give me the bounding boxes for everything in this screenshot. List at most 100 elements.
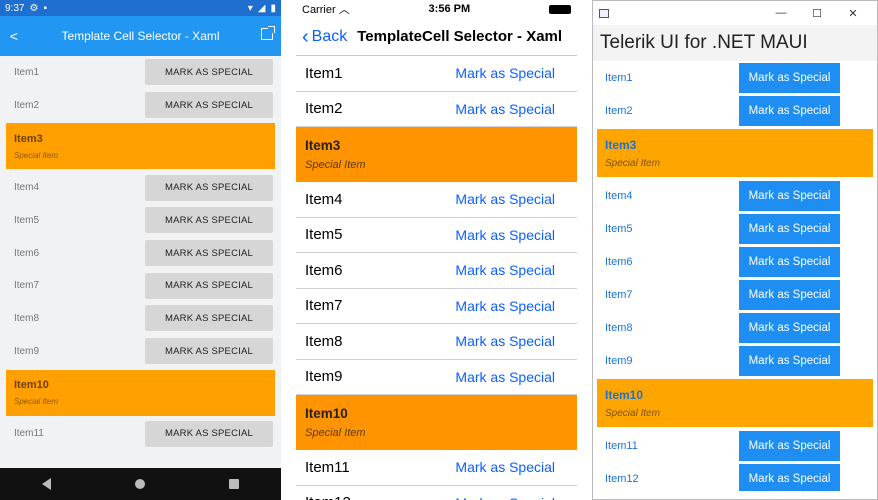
list-item: Item11 MARK AS SPECIAL [0, 418, 281, 451]
list-item: Item1 MARK AS SPECIAL [0, 56, 281, 89]
maximize-button[interactable]: ☐ [799, 7, 835, 20]
list-item: Item4 Mark as Special [296, 182, 577, 218]
list-item: Item6 Mark as Special [593, 245, 877, 278]
mark-as-special-button[interactable]: MARK AS SPECIAL [145, 59, 273, 86]
mark-as-special-button[interactable]: Mark as Special [455, 227, 555, 243]
item-name: Item1 [14, 66, 40, 78]
minimize-button[interactable]: — [763, 7, 799, 19]
list-item: Item4 MARK AS SPECIAL [0, 171, 281, 204]
item-name: Item7 [305, 297, 343, 315]
item-name: Item4 [14, 182, 40, 194]
mark-as-special-button[interactable]: Mark as Special [455, 65, 555, 81]
back-arrow-icon[interactable]: < [0, 28, 28, 44]
windows-list[interactable]: Item1 Mark as Special Item2 Mark as Special… [593, 61, 877, 491]
special-list-item[interactable]: Item3 Special Item [296, 127, 577, 182]
list-item: Item7 Mark as Special [296, 289, 577, 324]
nav-back-icon[interactable] [42, 478, 51, 490]
open-external-icon[interactable] [261, 26, 275, 40]
page-title: Template Cell Selector - Xaml [61, 29, 220, 43]
list-item: Item5 Mark as Special [296, 218, 577, 253]
mark-as-special-button[interactable]: Mark as Special [455, 333, 555, 349]
item-name: Item2 [14, 99, 40, 111]
android-list[interactable]: Item1 MARK AS SPECIAL Item2 MARK AS SPECIAL… [0, 56, 281, 468]
mark-as-special-button[interactable]: Mark as Special [455, 191, 555, 207]
settings-icon: ⚙ [29, 2, 39, 14]
ios-list[interactable]: Item1 Mark as Special Item2 Mark as Special… [296, 56, 577, 500]
mark-as-special-button[interactable]: Mark as Special [739, 213, 840, 244]
mark-as-special-button[interactable]: Mark as Special [739, 246, 840, 277]
special-item-label: Special Item [605, 157, 661, 169]
app-icon [599, 8, 609, 18]
mark-as-special-button[interactable]: MARK AS SPECIAL [145, 92, 273, 119]
list-item: Item2 Mark as Special [296, 92, 577, 127]
item-name: Item10 [305, 406, 348, 421]
mark-as-special-button[interactable]: Mark as Special [455, 262, 555, 278]
list-item: Item7 MARK AS SPECIAL [0, 269, 281, 302]
special-item-label: Special Item [605, 407, 661, 419]
list-item: Item9 MARK AS SPECIAL [0, 335, 281, 368]
notification-icon: ▪ [43, 2, 47, 14]
item-name: Item5 [305, 226, 343, 244]
list-item: Item6 Mark as Special [296, 253, 577, 289]
back-label: Back [311, 27, 348, 45]
list-item: Item12 Mark as Special [296, 486, 577, 500]
nav-home-icon[interactable] [135, 479, 145, 489]
item-name: Item9 [14, 345, 40, 357]
mark-as-special-button[interactable]: Mark as Special [739, 279, 840, 310]
list-item: Item7 Mark as Special [593, 278, 877, 311]
item-name: Item3 [605, 137, 637, 152]
list-item: Item8 MARK AS SPECIAL [0, 302, 281, 335]
item-name: Item1 [605, 71, 633, 84]
item-name: Item12 [305, 494, 351, 500]
mark-as-special-button[interactable]: MARK AS SPECIAL [145, 338, 273, 365]
mark-as-special-button[interactable]: Mark as Special [739, 312, 840, 343]
mark-as-special-button[interactable]: MARK AS SPECIAL [145, 420, 273, 447]
item-name: Item6 [605, 255, 633, 268]
mark-as-special-button[interactable]: MARK AS SPECIAL [145, 207, 273, 234]
item-name: Item10 [605, 387, 644, 402]
list-item: Item1 Mark as Special [593, 61, 877, 94]
list-item: Item2 MARK AS SPECIAL [0, 89, 281, 122]
mark-as-special-button[interactable]: Mark as Special [455, 459, 555, 475]
list-item: Item4 Mark as Special [593, 179, 877, 212]
list-item: Item11 Mark as Special [593, 429, 877, 462]
list-item: Item8 Mark as Special [593, 311, 877, 344]
mark-as-special-button[interactable]: Mark as Special [739, 62, 840, 93]
special-item-label: Special Item [305, 427, 366, 439]
status-time: 9:37 [5, 2, 25, 14]
mark-as-special-button[interactable]: Mark as Special [739, 180, 840, 211]
mark-as-special-button[interactable]: Mark as Special [739, 430, 840, 461]
special-list-item[interactable]: Item10 Special Item [6, 369, 275, 416]
mark-as-special-button[interactable]: Mark as Special [739, 345, 840, 376]
special-list-item[interactable]: Item10 Special Item [597, 379, 873, 427]
ios-status-bar: Carrier ︿ 3:56 PM [296, 0, 577, 18]
battery-icon [548, 4, 571, 14]
mark-as-special-button[interactable]: Mark as Special [455, 101, 555, 117]
mark-as-special-button[interactable]: MARK AS SPECIAL [145, 174, 273, 201]
special-list-item[interactable]: Item10 Special Item [296, 395, 577, 450]
wifi-icon: ▾ [247, 2, 253, 14]
item-name: Item4 [305, 190, 343, 208]
nav-recents-icon[interactable] [229, 479, 239, 489]
item-name: Item3 [14, 132, 43, 145]
mark-as-special-button[interactable]: MARK AS SPECIAL [145, 272, 273, 299]
mark-as-special-button[interactable]: MARK AS SPECIAL [145, 305, 273, 332]
mark-as-special-button[interactable]: Mark as Special [739, 95, 840, 126]
mark-as-special-button[interactable]: Mark as Special [455, 495, 555, 500]
mark-as-special-button[interactable]: MARK AS SPECIAL [145, 240, 273, 267]
back-button[interactable]: ‹ Back [302, 27, 347, 47]
mark-as-special-button[interactable]: Mark as Special [455, 369, 555, 385]
item-name: Item8 [14, 312, 40, 324]
window-header: Telerik UI for .NET MAUI [593, 25, 877, 61]
item-name: Item9 [605, 354, 633, 367]
item-name: Item6 [305, 261, 343, 279]
special-list-item[interactable]: Item3 Special Item [6, 123, 275, 170]
mark-as-special-button[interactable]: Mark as Special [739, 463, 840, 491]
close-button[interactable]: ✕ [835, 7, 871, 20]
item-name: Item6 [14, 247, 40, 259]
mark-as-special-button[interactable]: Mark as Special [455, 298, 555, 314]
special-list-item[interactable]: Item3 Special Item [597, 129, 873, 177]
item-name: Item2 [605, 104, 633, 117]
chevron-left-icon: ‹ [302, 25, 309, 48]
item-name: Item12 [605, 472, 639, 485]
